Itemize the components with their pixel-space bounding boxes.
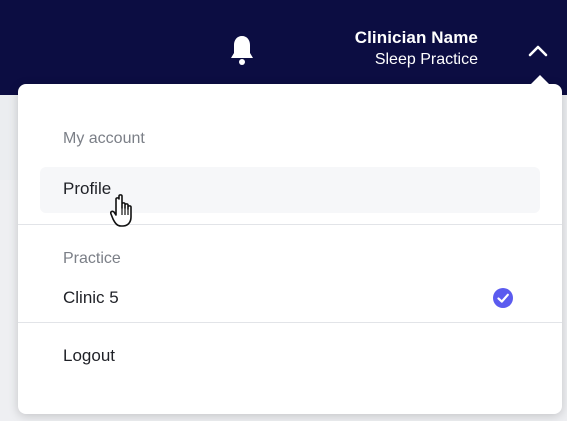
clinic-menu-item[interactable]: Clinic 5 (63, 288, 119, 308)
bell-icon[interactable] (229, 34, 255, 66)
top-header: Clinician Name Sleep Practice (0, 0, 567, 95)
practice-section-label: Practice (63, 250, 121, 267)
account-dropdown-menu: My account Profile Practice Clinic 5 Log… (18, 75, 562, 414)
my-account-section-label: My account (63, 130, 145, 147)
practice-name: Sleep Practice (374, 51, 478, 68)
chevron-up-icon[interactable] (527, 43, 549, 57)
clinician-name: Clinician Name (354, 28, 478, 47)
logout-menu-item[interactable]: Logout (63, 346, 115, 366)
menu-divider (18, 224, 562, 225)
check-circle-icon (493, 288, 513, 308)
profile-label: Profile (63, 179, 112, 198)
dropdown-caret (530, 75, 550, 85)
user-menu-toggle[interactable]: Clinician Name Sleep Practice (355, 27, 478, 71)
menu-divider (18, 322, 562, 323)
hand-pointer-cursor-icon (110, 194, 132, 227)
